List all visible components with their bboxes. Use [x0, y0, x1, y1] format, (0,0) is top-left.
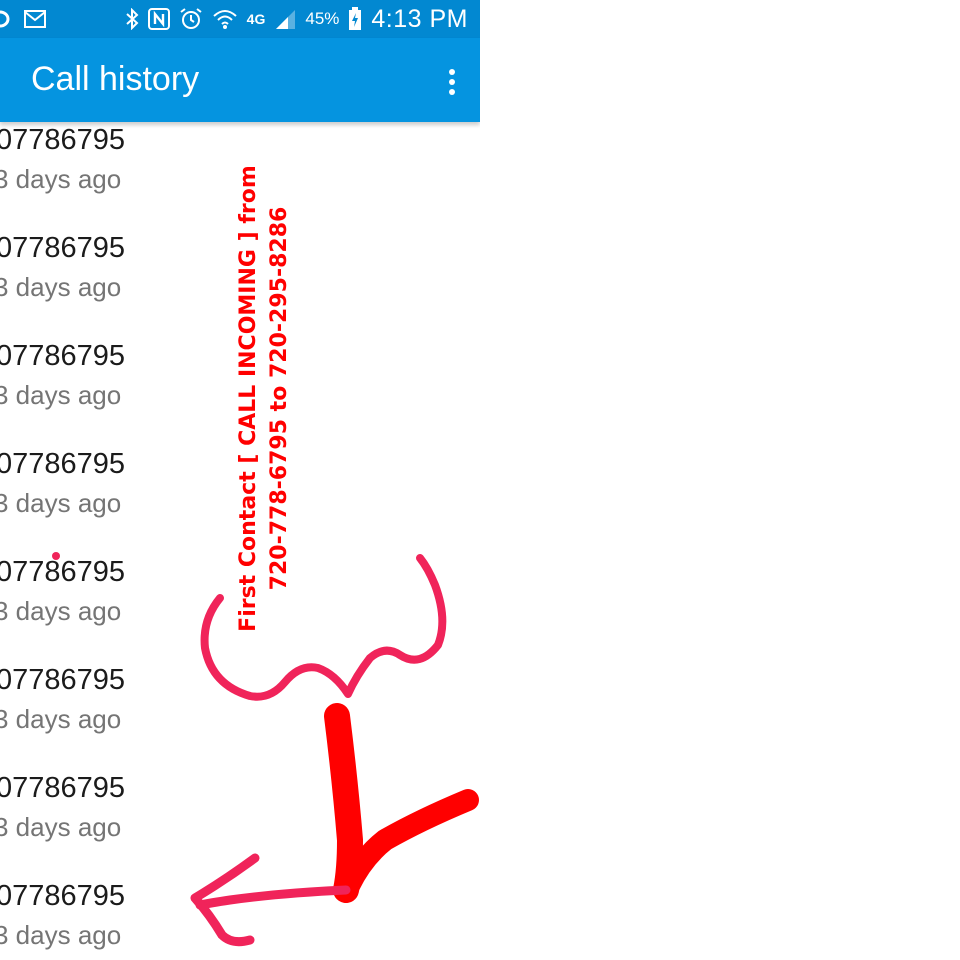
call-history-item[interactable]: 07786795 3 days ago	[0, 662, 480, 770]
app-notification-icon	[0, 8, 14, 30]
overflow-menu-button[interactable]	[426, 64, 462, 100]
status-bar: 4G 45% 4:13 PM	[0, 0, 480, 38]
call-time: 3 days ago	[0, 272, 122, 302]
status-bar-system: 4G 45% 4:13 PM	[125, 4, 468, 34]
annotation-line-1: First Contact [ CALL INCOMING ] from	[236, 165, 261, 632]
call-number: 07786795	[0, 556, 126, 588]
call-time: 3 days ago	[0, 704, 122, 734]
status-bar-notifications	[0, 8, 46, 30]
call-number: 07786795	[0, 340, 126, 372]
call-time: 3 days ago	[0, 596, 122, 626]
page-title: Call history	[31, 60, 200, 98]
call-history-item[interactable]: 07786795 3 days ago	[0, 878, 480, 960]
call-number: 07786795	[0, 124, 126, 156]
annotation-line-2: 720-778-6795 to 720-295-8286	[267, 206, 292, 591]
call-time: 3 days ago	[0, 488, 122, 518]
call-time: 3 days ago	[0, 812, 122, 842]
overflow-menu-icon	[449, 69, 455, 95]
app-bar: Call history	[0, 38, 480, 122]
call-number: 07786795	[0, 664, 126, 696]
signal-icon	[274, 8, 296, 30]
nfc-icon	[147, 8, 170, 30]
status-clock: 4:13 PM	[371, 4, 468, 33]
call-time: 3 days ago	[0, 380, 122, 410]
call-history-item[interactable]: 07786795 3 days ago	[0, 770, 480, 878]
call-time: 3 days ago	[0, 920, 122, 950]
alarm-icon	[179, 7, 203, 31]
battery-charging-icon	[348, 7, 362, 31]
call-time: 3 days ago	[0, 164, 122, 194]
call-number: 07786795	[0, 448, 126, 480]
call-number: 07786795	[0, 772, 126, 804]
battery-percent: 45%	[305, 9, 340, 28]
wifi-icon	[212, 8, 238, 30]
call-number: 07786795	[0, 232, 126, 264]
call-number: 07786795	[0, 880, 126, 912]
bluetooth-icon	[125, 8, 139, 30]
network-4g-icon: 4G	[246, 11, 266, 27]
annotation-text: First Contact [ CALL INCOMING ] from 720…	[233, 146, 295, 651]
gmail-icon	[24, 10, 46, 28]
